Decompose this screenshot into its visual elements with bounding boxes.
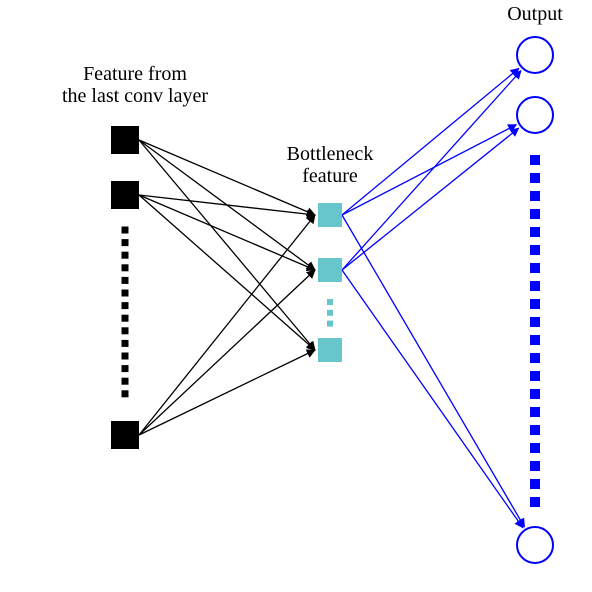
edge <box>342 71 521 270</box>
ellipsis-dot <box>122 365 129 372</box>
output-node <box>517 37 553 73</box>
edge <box>139 195 315 270</box>
label-output: Output <box>507 3 563 25</box>
ellipsis-dot <box>122 353 129 360</box>
label-feature: Feature fromthe last conv layer <box>62 63 208 107</box>
ellipsis-dot <box>530 317 540 327</box>
ellipsis-dot <box>530 407 540 417</box>
ellipsis-dot <box>122 239 129 246</box>
bottleneck-node <box>318 258 342 282</box>
ellipsis-dot <box>530 191 540 201</box>
edge <box>342 125 516 215</box>
edges-input-to-bottleneck <box>139 140 315 435</box>
edge <box>139 140 315 350</box>
ellipsis-dot <box>122 315 129 322</box>
edge <box>139 195 315 350</box>
ellipsis-dot <box>530 443 540 453</box>
ellipsis-dot <box>122 252 129 259</box>
edges-bottleneck-to-output <box>342 68 524 527</box>
bottleneck-layer <box>318 203 342 362</box>
ellipsis-dot <box>530 425 540 435</box>
ellipsis-dot <box>530 353 540 363</box>
bottleneck-node <box>318 203 342 227</box>
edge <box>139 215 315 435</box>
bottleneck-node <box>318 338 342 362</box>
ellipsis-dot <box>530 227 540 237</box>
input-node <box>111 181 139 209</box>
ellipsis-dot <box>530 335 540 345</box>
ellipsis-dot <box>530 209 540 219</box>
edge <box>342 270 523 528</box>
ellipsis-dot <box>327 310 333 316</box>
ellipsis-dot <box>122 302 129 309</box>
bottleneck-ellipsis <box>327 299 333 327</box>
labels: Feature fromthe last conv layer Bottlenec… <box>62 3 563 187</box>
ellipsis-dot <box>122 277 129 284</box>
ellipsis-dot <box>530 245 540 255</box>
ellipsis-dot <box>530 173 540 183</box>
edge <box>139 195 315 215</box>
edge <box>139 270 315 435</box>
ellipsis-dot <box>530 389 540 399</box>
ellipsis-dot <box>530 461 540 471</box>
input-node <box>111 126 139 154</box>
ellipsis-dot <box>327 299 333 305</box>
ellipsis-dot <box>530 479 540 489</box>
output-ellipsis <box>530 155 540 507</box>
ellipsis-dot <box>122 264 129 271</box>
output-node <box>517 97 553 133</box>
ellipsis-dot <box>530 155 540 165</box>
ellipsis-dot <box>122 327 129 334</box>
ellipsis-dot <box>122 378 129 385</box>
nn-diagram: Feature fromthe last conv layer Bottlenec… <box>0 0 592 592</box>
ellipsis-dot <box>327 321 333 327</box>
input-layer <box>111 126 139 449</box>
ellipsis-dot <box>122 290 129 297</box>
ellipsis-dot <box>530 263 540 273</box>
ellipsis-dot <box>122 340 129 347</box>
output-node <box>517 527 553 563</box>
edge <box>342 68 519 215</box>
ellipsis-dot <box>530 371 540 381</box>
ellipsis-dot <box>530 281 540 291</box>
ellipsis-dot <box>530 299 540 309</box>
edge <box>139 350 315 435</box>
label-bottleneck: Bottleneckfeature <box>287 143 374 187</box>
edge <box>342 215 524 527</box>
input-node <box>111 421 139 449</box>
ellipsis-dot <box>122 390 129 397</box>
input-ellipsis <box>122 227 129 398</box>
ellipsis-dot <box>122 227 129 234</box>
ellipsis-dot <box>530 497 540 507</box>
